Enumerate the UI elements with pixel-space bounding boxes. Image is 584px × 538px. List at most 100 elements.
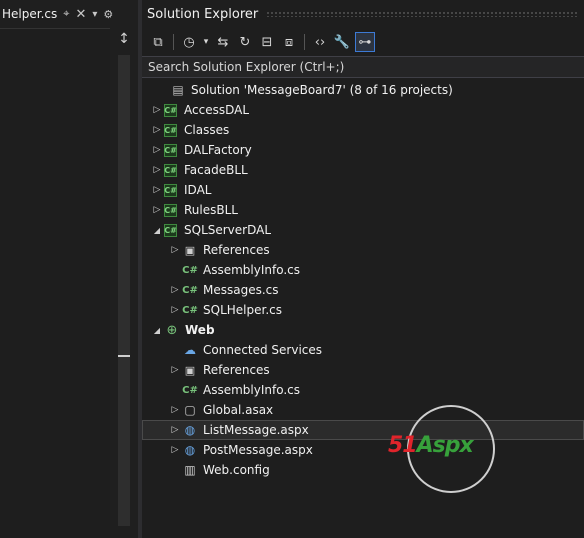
tree-item-label: References xyxy=(203,243,270,257)
tree-item[interactable]: ▷ C# Classes xyxy=(142,120,584,140)
tree-item-label: Global.asax xyxy=(203,403,274,417)
expand-arrow-icon[interactable]: ▷ xyxy=(168,300,182,320)
tree-item-label: AssemblyInfo.cs xyxy=(203,263,301,277)
tree-item-label: PostMessage.aspx xyxy=(203,443,313,457)
tree-item[interactable]: ▷ ◍ ListMessage.aspx xyxy=(142,420,584,440)
tree-item-label: FacadeBLL xyxy=(184,163,248,177)
csharp-project-icon: C# xyxy=(164,203,177,217)
tree-item[interactable]: ▷ ▣ References xyxy=(142,360,584,380)
tree-item-label: References xyxy=(203,363,270,377)
solution-explorer: Solution Explorer ⧉ ◷▾⇆↻⊟⧈ ‹›🔧⊶ ▤ Solution … xyxy=(142,0,584,538)
csharp-file-icon: C# xyxy=(182,384,198,396)
code-editor-area[interactable] xyxy=(0,28,110,538)
vertical-scrollbar[interactable] xyxy=(118,55,130,526)
chevron-down-icon[interactable]: ▾ xyxy=(201,32,211,52)
csharp-project-icon: C# xyxy=(164,183,177,197)
tree-item-label: ListMessage.aspx xyxy=(203,423,309,437)
tree-item[interactable]: ▷ C# Messages.cs xyxy=(142,280,584,300)
tree-item[interactable]: ▷ C# FacadeBLL xyxy=(142,160,584,180)
watermark-brand: 51Aspx xyxy=(388,433,474,458)
tree-item[interactable]: ▷ ▢ Global.asax xyxy=(142,400,584,420)
expand-arrow-icon[interactable]: ▷ xyxy=(150,140,164,160)
tree-item[interactable]: ▷ C# SQLHelper.cs xyxy=(142,300,584,320)
tree-item[interactable]: ▤ Solution 'MessageBoard7' (8 of 16 proje… xyxy=(142,80,584,100)
preview-selected-items-icon[interactable]: ⊶ xyxy=(355,32,375,52)
search-box[interactable] xyxy=(142,56,584,78)
show-all-files-icon[interactable]: ⧈ xyxy=(279,32,299,52)
split-editor-icon[interactable]: ↕ xyxy=(113,28,135,50)
expand-arrow-icon[interactable]: ▷ xyxy=(150,100,164,120)
csharp-project-icon: C# xyxy=(164,103,177,117)
tree-item-label: RulesBLL xyxy=(184,203,238,217)
collapse-arrow-icon[interactable]: ◢ xyxy=(150,220,164,240)
toolbar-separator xyxy=(173,34,174,50)
tree-item[interactable]: ▥ Web.config xyxy=(142,460,584,480)
config-file-icon: ▥ xyxy=(184,463,196,477)
tree-item[interactable]: ▷ C# AccessDAL xyxy=(142,100,584,120)
solution-tree: ▤ Solution 'MessageBoard7' (8 of 16 proje… xyxy=(142,80,584,480)
properties-wrench-icon[interactable]: 🔧 xyxy=(332,32,352,52)
search-input[interactable] xyxy=(142,57,584,77)
editor-pane: Helper.cs ⌖ ✕ ▾ ⚙ ↕ xyxy=(0,0,138,538)
expand-arrow-icon[interactable]: ▷ xyxy=(168,280,182,300)
csharp-project-icon: C# xyxy=(164,163,177,177)
tree-item-label: SQLHelper.cs xyxy=(203,303,282,317)
tree-item[interactable]: ◢ C# SQLServerDAL xyxy=(142,220,584,240)
view-code-icon[interactable]: ‹› xyxy=(310,32,330,52)
collapse-all-icon[interactable]: ⊟ xyxy=(257,32,277,52)
document-tab-title[interactable]: Helper.cs xyxy=(0,7,57,21)
aspx-page-icon: ◍ xyxy=(184,423,196,437)
tree-item-label: Solution 'MessageBoard7' (8 of 16 projec… xyxy=(191,83,453,97)
csharp-project-icon: C# xyxy=(164,123,177,137)
switch-views-icon[interactable]: ⧉ xyxy=(148,32,168,52)
refresh-icon[interactable]: ↻ xyxy=(235,32,255,52)
csharp-file-icon: C# xyxy=(182,304,198,316)
expand-arrow-icon[interactable]: ▷ xyxy=(168,420,182,440)
pin-icon[interactable]: ⌖ xyxy=(63,7,69,21)
tree-item-label: SQLServerDAL xyxy=(184,223,272,237)
tree-item-label: Messages.cs xyxy=(203,283,279,297)
tree-item-label: DALFactory xyxy=(184,143,252,157)
expand-arrow-icon[interactable]: ▷ xyxy=(150,120,164,140)
collapse-arrow-icon[interactable]: ◢ xyxy=(150,320,164,340)
tree-item[interactable]: ▷ ◍ PostMessage.aspx xyxy=(142,440,584,460)
tree-item[interactable]: ☁ Connected Services xyxy=(142,340,584,360)
expand-arrow-icon[interactable]: ▷ xyxy=(168,240,182,260)
watermark-logo: 51Aspx xyxy=(388,403,506,495)
tree-item[interactable]: ▷ C# RulesBLL xyxy=(142,200,584,220)
tree-item[interactable]: ▷ C# DALFactory xyxy=(142,140,584,160)
expand-arrow-icon[interactable]: ▷ xyxy=(150,180,164,200)
sync-active-document-icon[interactable]: ⇆ xyxy=(213,32,233,52)
document-tab[interactable]: Helper.cs ⌖ ✕ ▾ ⚙ xyxy=(0,0,138,28)
tree-item[interactable]: C# AssemblyInfo.cs xyxy=(142,380,584,400)
tree-item-label: Connected Services xyxy=(203,343,323,357)
tree-item-label: AssemblyInfo.cs xyxy=(203,383,301,397)
tree-item[interactable]: ◢ ⊕ Web xyxy=(142,320,584,340)
references-icon: ▣ xyxy=(184,363,196,377)
expand-arrow-icon[interactable]: ▷ xyxy=(150,160,164,180)
tree-item[interactable]: ▷ ▣ References xyxy=(142,240,584,260)
title-grip[interactable] xyxy=(266,11,578,17)
references-icon: ▣ xyxy=(184,243,196,257)
expand-arrow-icon[interactable]: ▷ xyxy=(168,400,182,420)
scrollbar-thumb[interactable] xyxy=(118,355,130,357)
solution-explorer-title-bar[interactable]: Solution Explorer xyxy=(142,0,584,28)
tree-item[interactable]: ▷ C# IDAL xyxy=(142,180,584,200)
connected-services-icon: ☁ xyxy=(184,343,196,357)
gear-icon[interactable]: ⚙ xyxy=(103,8,113,21)
csharp-file-icon: C# xyxy=(182,264,198,276)
expand-arrow-icon[interactable]: ▷ xyxy=(168,360,182,380)
tree-item[interactable]: C# AssemblyInfo.cs xyxy=(142,260,584,280)
tree-item-label: Web xyxy=(185,323,215,337)
expand-arrow-icon[interactable]: ▷ xyxy=(168,440,182,460)
chevron-down-icon[interactable]: ▾ xyxy=(92,9,97,20)
pending-changes-filter-icon[interactable]: ◷ xyxy=(179,32,199,52)
expand-arrow-icon[interactable]: ▷ xyxy=(150,200,164,220)
close-icon[interactable]: ✕ xyxy=(75,7,86,22)
solution-explorer-toolbar: ⧉ ◷ ▾ ⇆ ↻ ⊟ ⧈ ‹› 🔧 ⊶ xyxy=(142,28,584,56)
